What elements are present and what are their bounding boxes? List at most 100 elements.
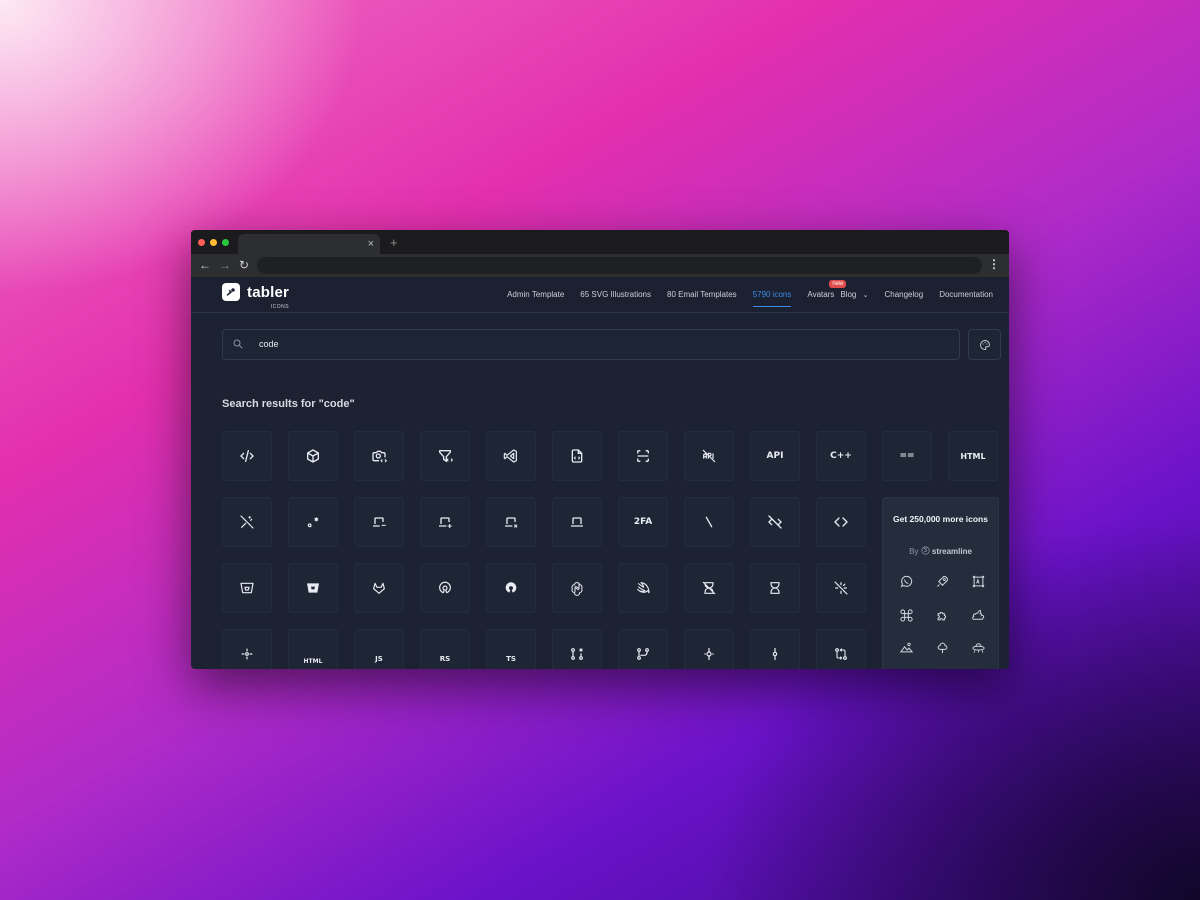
icon-tile-filter-code[interactable] — [420, 431, 470, 481]
streamline-promo[interactable]: Get 250,000 more icons By streamline — [882, 497, 999, 669]
icon-tile-point-star[interactable] — [288, 497, 338, 547]
icon-tile-wand-off[interactable] — [222, 497, 272, 547]
icon-tile-brand-bitbucket-filled[interactable] — [288, 563, 338, 613]
address-bar[interactable] — [257, 257, 982, 274]
streamline-logo-icon — [921, 546, 930, 555]
nav-svg-illustrations[interactable]: 65 SVG Illustrations — [580, 290, 651, 299]
brand-openai-icon — [571, 582, 583, 596]
laptop-icon — [571, 517, 583, 527]
icon-tile-brand-bitbucket[interactable] — [222, 563, 272, 613]
camera-code-icon — [372, 450, 387, 463]
chevrons-code-icon — [834, 517, 848, 527]
icon-tile-scan-code[interactable] — [618, 431, 668, 481]
icon-tile-file-type-ts[interactable]: TS — [486, 629, 536, 669]
sun-off-icon — [834, 581, 848, 595]
logo-wordmark: tabler — [247, 283, 290, 301]
icon-tile-code-brackets[interactable] — [816, 497, 866, 547]
brand-cpp-icon: C++ — [830, 451, 852, 461]
icon-tile-hourglass-off[interactable] — [684, 563, 734, 613]
icon-tile-api[interactable]: API — [750, 431, 800, 481]
html-icon: HTML — [960, 451, 986, 461]
icon-tile-focus-centered[interactable] — [222, 629, 272, 669]
color-palette-button[interactable] — [968, 329, 1001, 360]
file-type-rs-icon: RS — [439, 655, 451, 663]
rocket-icon — [933, 572, 951, 590]
maximize-window-button[interactable] — [222, 239, 229, 246]
hourglass-icon — [770, 582, 780, 594]
icon-tile-file-type-html[interactable]: HTML — [288, 629, 338, 669]
icon-tile-box[interactable] — [288, 431, 338, 481]
icon-tile-brand-opensource[interactable] — [420, 563, 470, 613]
icon-tile-laptop-x[interactable] — [486, 497, 536, 547]
forward-button[interactable]: → — [219, 258, 231, 272]
icon-tile-hourglass[interactable] — [750, 563, 800, 613]
icon-tile-file-code[interactable] — [552, 431, 602, 481]
icon-tile-2fa[interactable]: 2FA — [618, 497, 668, 547]
icon-tile-git-compare[interactable] — [816, 629, 866, 669]
icon-tile-camera-code[interactable] — [354, 431, 404, 481]
browser-tab[interactable]: × — [238, 234, 380, 254]
close-window-button[interactable] — [198, 239, 205, 246]
box-icon — [307, 449, 319, 463]
brand-swift-icon — [637, 582, 650, 594]
icon-tile-brand-cpp[interactable]: C++ — [816, 431, 866, 481]
browser-toolbar: ← → ↻ ⋮ — [191, 254, 1009, 277]
file-type-js-icon: JS — [375, 655, 383, 663]
icon-tile-laptop-plus[interactable] — [420, 497, 470, 547]
point-star-icon — [307, 517, 319, 528]
icon-tile-git-commit[interactable] — [750, 629, 800, 669]
browser-window: × + ← → ↻ ⋮ tabler ICONS Admin Template … — [191, 230, 1009, 669]
icon-tile-equal-double[interactable]: == — [882, 431, 932, 481]
icon-tile-html[interactable]: HTML — [948, 431, 998, 481]
text-box-icon — [969, 572, 987, 590]
icon-tile-code[interactable] — [222, 431, 272, 481]
reload-button[interactable]: ↻ — [239, 258, 249, 272]
icon-tile-atom-off[interactable] — [816, 563, 866, 613]
tab-close-icon[interactable]: × — [368, 237, 374, 251]
whatsapp-icon — [897, 572, 915, 590]
nav-admin-template[interactable]: Admin Template — [507, 290, 564, 299]
nav-documentation[interactable]: Documentation — [939, 290, 993, 299]
browser-menu-icon[interactable]: ⋮ — [988, 257, 1000, 271]
nav-icons[interactable]: 5790 icons — [752, 290, 791, 307]
code-off-icon — [768, 515, 782, 529]
icon-tile-git-pull-request-closed[interactable] — [552, 629, 602, 669]
api-icon: API — [766, 451, 784, 461]
icon-tile-api-off[interactable] — [684, 431, 734, 481]
icon-tile-brand-opensource-filled[interactable] — [486, 563, 536, 613]
nav-avatars-label: Avatars — [807, 290, 835, 299]
main-nav: Admin Template 65 SVG Illustrations 80 E… — [491, 277, 993, 312]
icon-tile-file-type-rs[interactable]: RS — [420, 629, 470, 669]
icon-tile-brand-openai[interactable] — [552, 563, 602, 613]
minimize-window-button[interactable] — [210, 239, 217, 246]
icon-tile-device-laptop-code[interactable] — [354, 497, 404, 547]
chevron-down-icon: ⌄ — [862, 292, 869, 299]
nav-avatars[interactable]: Avatars new — [807, 280, 847, 299]
icon-tile-laptop[interactable] — [552, 497, 602, 547]
logo-subtitle: ICONS — [270, 303, 290, 310]
nav-changelog[interactable]: Changelog — [884, 290, 923, 299]
focus-centered-icon — [241, 648, 253, 660]
icon-tile-brand-swift[interactable] — [618, 563, 668, 613]
site-header: tabler ICONS Admin Template 65 SVG Illus… — [191, 277, 1009, 313]
git-commit-icon — [704, 648, 714, 660]
icon-tile-slash[interactable] — [684, 497, 734, 547]
icon-tile-git-branch[interactable] — [618, 629, 668, 669]
logo-text: tabler ICONS — [247, 283, 290, 310]
nav-email-templates[interactable]: 80 Email Templates — [667, 290, 737, 299]
icon-tile-git-commit-dashed[interactable] — [684, 629, 734, 669]
icon-tile-brand-gitlab[interactable] — [354, 563, 404, 613]
search-query: code — [259, 339, 279, 349]
tree-icon — [933, 638, 951, 656]
icon-tile-code-off[interactable] — [750, 497, 800, 547]
hourglass-off-icon — [702, 581, 716, 595]
icon-tile-file-type-js[interactable]: JS — [354, 629, 404, 669]
icon-tile-brand-vscode[interactable] — [486, 431, 536, 481]
new-tab-button[interactable]: + — [390, 235, 398, 250]
tabler-logo-icon — [222, 283, 240, 301]
git-branch-icon — [637, 648, 649, 660]
tabler-logo[interactable]: tabler ICONS — [222, 283, 290, 310]
search-input[interactable]: code — [222, 329, 960, 360]
back-button[interactable]: ← — [199, 258, 211, 272]
nav-blog[interactable]: Blog ⌄ — [840, 290, 868, 299]
